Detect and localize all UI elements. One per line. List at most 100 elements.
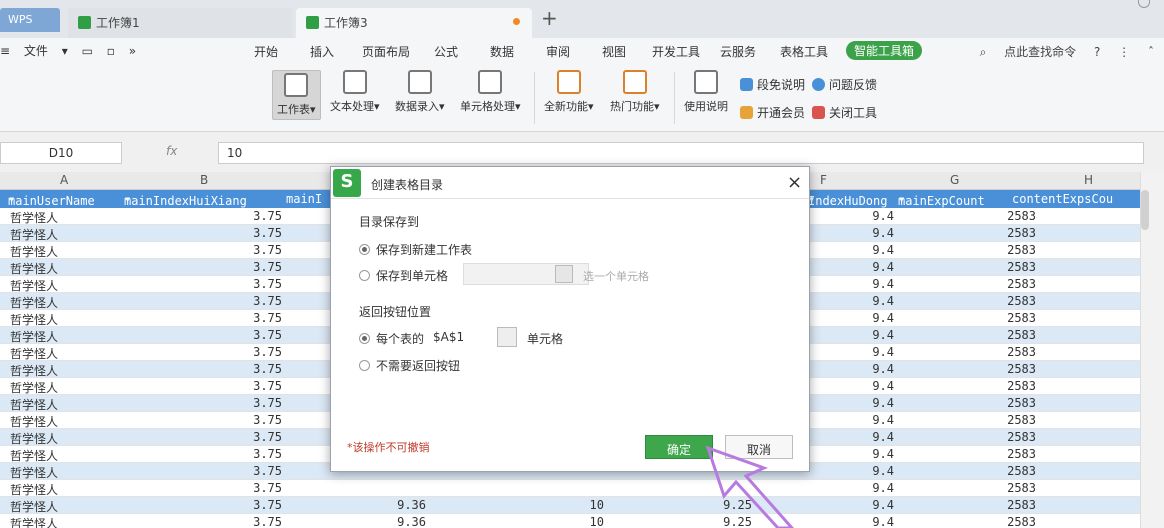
table-cell[interactable]: 哲学怪人	[10, 209, 58, 226]
menu-tab-table-tools[interactable]: 表格工具	[780, 43, 828, 60]
return-each-sheet-radio[interactable]: 每个表的	[359, 330, 424, 347]
menu-tab-smart-toolbox[interactable]: 智能工具箱	[846, 41, 923, 60]
menu-tab-view[interactable]: 视图	[602, 43, 626, 60]
table-row[interactable]: 哲学怪人 3.75 9.36 10 9.25 9.4 2583	[0, 497, 1140, 514]
more-vertical-icon[interactable]: ⋮	[1118, 45, 1130, 59]
table-cell[interactable]: 9.4	[872, 379, 894, 393]
fx-icon[interactable]: fx	[166, 144, 177, 158]
table-cell[interactable]: 哲学怪人	[10, 226, 58, 243]
table-cell[interactable]: 9.4	[872, 294, 894, 308]
table-cell[interactable]: 2583	[1007, 243, 1036, 257]
table-cell[interactable]: 3.75	[253, 481, 282, 495]
table-cell[interactable]: 9.4	[872, 430, 894, 444]
menu-tab-review[interactable]: 审阅	[546, 43, 570, 60]
table-cell[interactable]: 3.75	[253, 379, 282, 393]
table-cell[interactable]: 哲学怪人	[10, 345, 58, 362]
table-cell[interactable]: 2583	[1007, 328, 1036, 342]
header-cell[interactable]: mainI	[286, 192, 322, 206]
table-cell[interactable]: 2583	[1007, 379, 1036, 393]
table-cell[interactable]: 哲学怪人	[10, 362, 58, 379]
table-cell[interactable]: 9.4	[872, 481, 894, 495]
table-cell[interactable]: 2583	[1007, 464, 1036, 478]
table-cell[interactable]: 3.75	[253, 447, 282, 461]
return-cell-picker-button[interactable]	[497, 327, 517, 347]
feedback-link[interactable]: 问题反馈	[812, 76, 877, 93]
formula-input[interactable]: 10	[218, 142, 1144, 164]
dropdown-icon[interactable]: ▾	[62, 44, 68, 58]
table-cell[interactable]: 9.4	[872, 413, 894, 427]
table-cell[interactable]: 3.75	[253, 515, 282, 528]
file-menu[interactable]: 文件	[24, 42, 48, 59]
table-cell[interactable]: 9.36	[397, 515, 426, 528]
table-cell[interactable]: 哲学怪人	[10, 498, 58, 515]
table-cell[interactable]: 哲学怪人	[10, 447, 58, 464]
table-cell[interactable]: 9.4	[872, 396, 894, 410]
table-cell[interactable]: 9.4	[872, 260, 894, 274]
table-cell[interactable]: 9.4	[872, 498, 894, 512]
column-header-g[interactable]: G	[950, 173, 959, 187]
tab-workbook-1[interactable]: 工作簿1	[68, 8, 293, 38]
column-header-f[interactable]: F	[820, 173, 827, 187]
table-cell[interactable]: 9.4	[872, 464, 894, 478]
table-cell[interactable]: 3.75	[253, 209, 282, 223]
header-cell[interactable]: mainExpCount ▾	[898, 192, 985, 208]
scrollbar-thumb[interactable]	[1141, 190, 1149, 230]
search-command[interactable]: ⌕ 点此查找命令	[966, 45, 1077, 59]
hot-features-button[interactable]: 热门功能▾	[610, 70, 660, 114]
table-cell[interactable]: 2583	[1007, 277, 1036, 291]
table-cell[interactable]: 3.75	[253, 464, 282, 478]
table-cell[interactable]: 哲学怪人	[10, 515, 58, 528]
table-cell[interactable]: 9.4	[872, 209, 894, 223]
cell-processing-button[interactable]: 单元格处理▾	[460, 70, 521, 114]
table-cell[interactable]: 哲学怪人	[10, 464, 58, 481]
close-tools-link[interactable]: 关闭工具	[812, 104, 877, 121]
table-cell[interactable]: 2583	[1007, 209, 1036, 223]
table-cell[interactable]: 3.75	[253, 260, 282, 274]
menu-tab-formula[interactable]: 公式	[434, 43, 458, 60]
table-cell[interactable]: 2583	[1007, 294, 1036, 308]
table-cell[interactable]: 2583	[1007, 311, 1036, 325]
table-cell[interactable]: 哲学怪人	[10, 413, 58, 430]
table-cell[interactable]: 3.75	[253, 430, 282, 444]
save-icon[interactable]: ▫	[107, 44, 115, 58]
column-header-a[interactable]: A	[60, 173, 68, 187]
close-icon[interactable]: ×	[787, 172, 802, 193]
table-cell[interactable]: 2583	[1007, 226, 1036, 240]
table-cell[interactable]: 9.4	[872, 311, 894, 325]
no-return-button-radio[interactable]: 不需要返回按钮	[359, 357, 460, 374]
table-cell[interactable]: 10	[590, 515, 604, 528]
table-cell[interactable]: 哲学怪人	[10, 260, 58, 277]
text-processing-button[interactable]: 文本处理▾	[330, 70, 380, 114]
header-cell[interactable]: mainUserName ▾	[8, 192, 95, 208]
menu-tab-page-layout[interactable]: 页面布局	[362, 43, 410, 60]
table-cell[interactable]: 哲学怪人	[10, 243, 58, 260]
menu-tab-start[interactable]: 开始	[254, 43, 278, 60]
table-cell[interactable]: 9.4	[872, 328, 894, 342]
menu-tab-developer[interactable]: 开发工具	[652, 43, 700, 60]
menu-tab-data[interactable]: 数据	[490, 43, 514, 60]
table-cell[interactable]: 9.4	[872, 226, 894, 240]
table-cell[interactable]: 9.4	[872, 447, 894, 461]
open-icon[interactable]: ▭	[82, 44, 93, 58]
table-cell[interactable]: 9.4	[872, 515, 894, 528]
new-features-button[interactable]: 全新功能▾	[544, 70, 594, 114]
table-cell[interactable]: 哲学怪人	[10, 294, 58, 311]
wps-home-tab[interactable]: WPS	[0, 8, 60, 32]
save-new-sheet-radio[interactable]: 保存到新建工作表	[359, 241, 472, 258]
table-cell[interactable]: 2583	[1007, 260, 1036, 274]
table-cell[interactable]: 3.75	[253, 396, 282, 410]
table-cell[interactable]: 9.4	[872, 362, 894, 376]
table-cell[interactable]: 9.4	[872, 277, 894, 291]
usage-guide-button[interactable]: 使用说明	[684, 70, 728, 114]
table-row[interactable]: 哲学怪人 3.75 9.4 2583	[0, 480, 1140, 497]
window-control-icon[interactable]	[1138, 0, 1150, 8]
table-cell[interactable]: 3.75	[253, 243, 282, 257]
header-cell[interactable]: contentExpsCou	[1012, 192, 1113, 206]
menu-tab-cloud[interactable]: 云服务	[720, 43, 756, 60]
menu-icon[interactable]: ≡	[0, 44, 10, 58]
cell-picker-button[interactable]	[555, 265, 573, 283]
table-cell[interactable]: 3.75	[253, 345, 282, 359]
column-header-h[interactable]: H	[1084, 173, 1093, 187]
menu-tab-insert[interactable]: 插入	[310, 43, 334, 60]
disclaimer-link[interactable]: 段免说明	[740, 76, 805, 93]
